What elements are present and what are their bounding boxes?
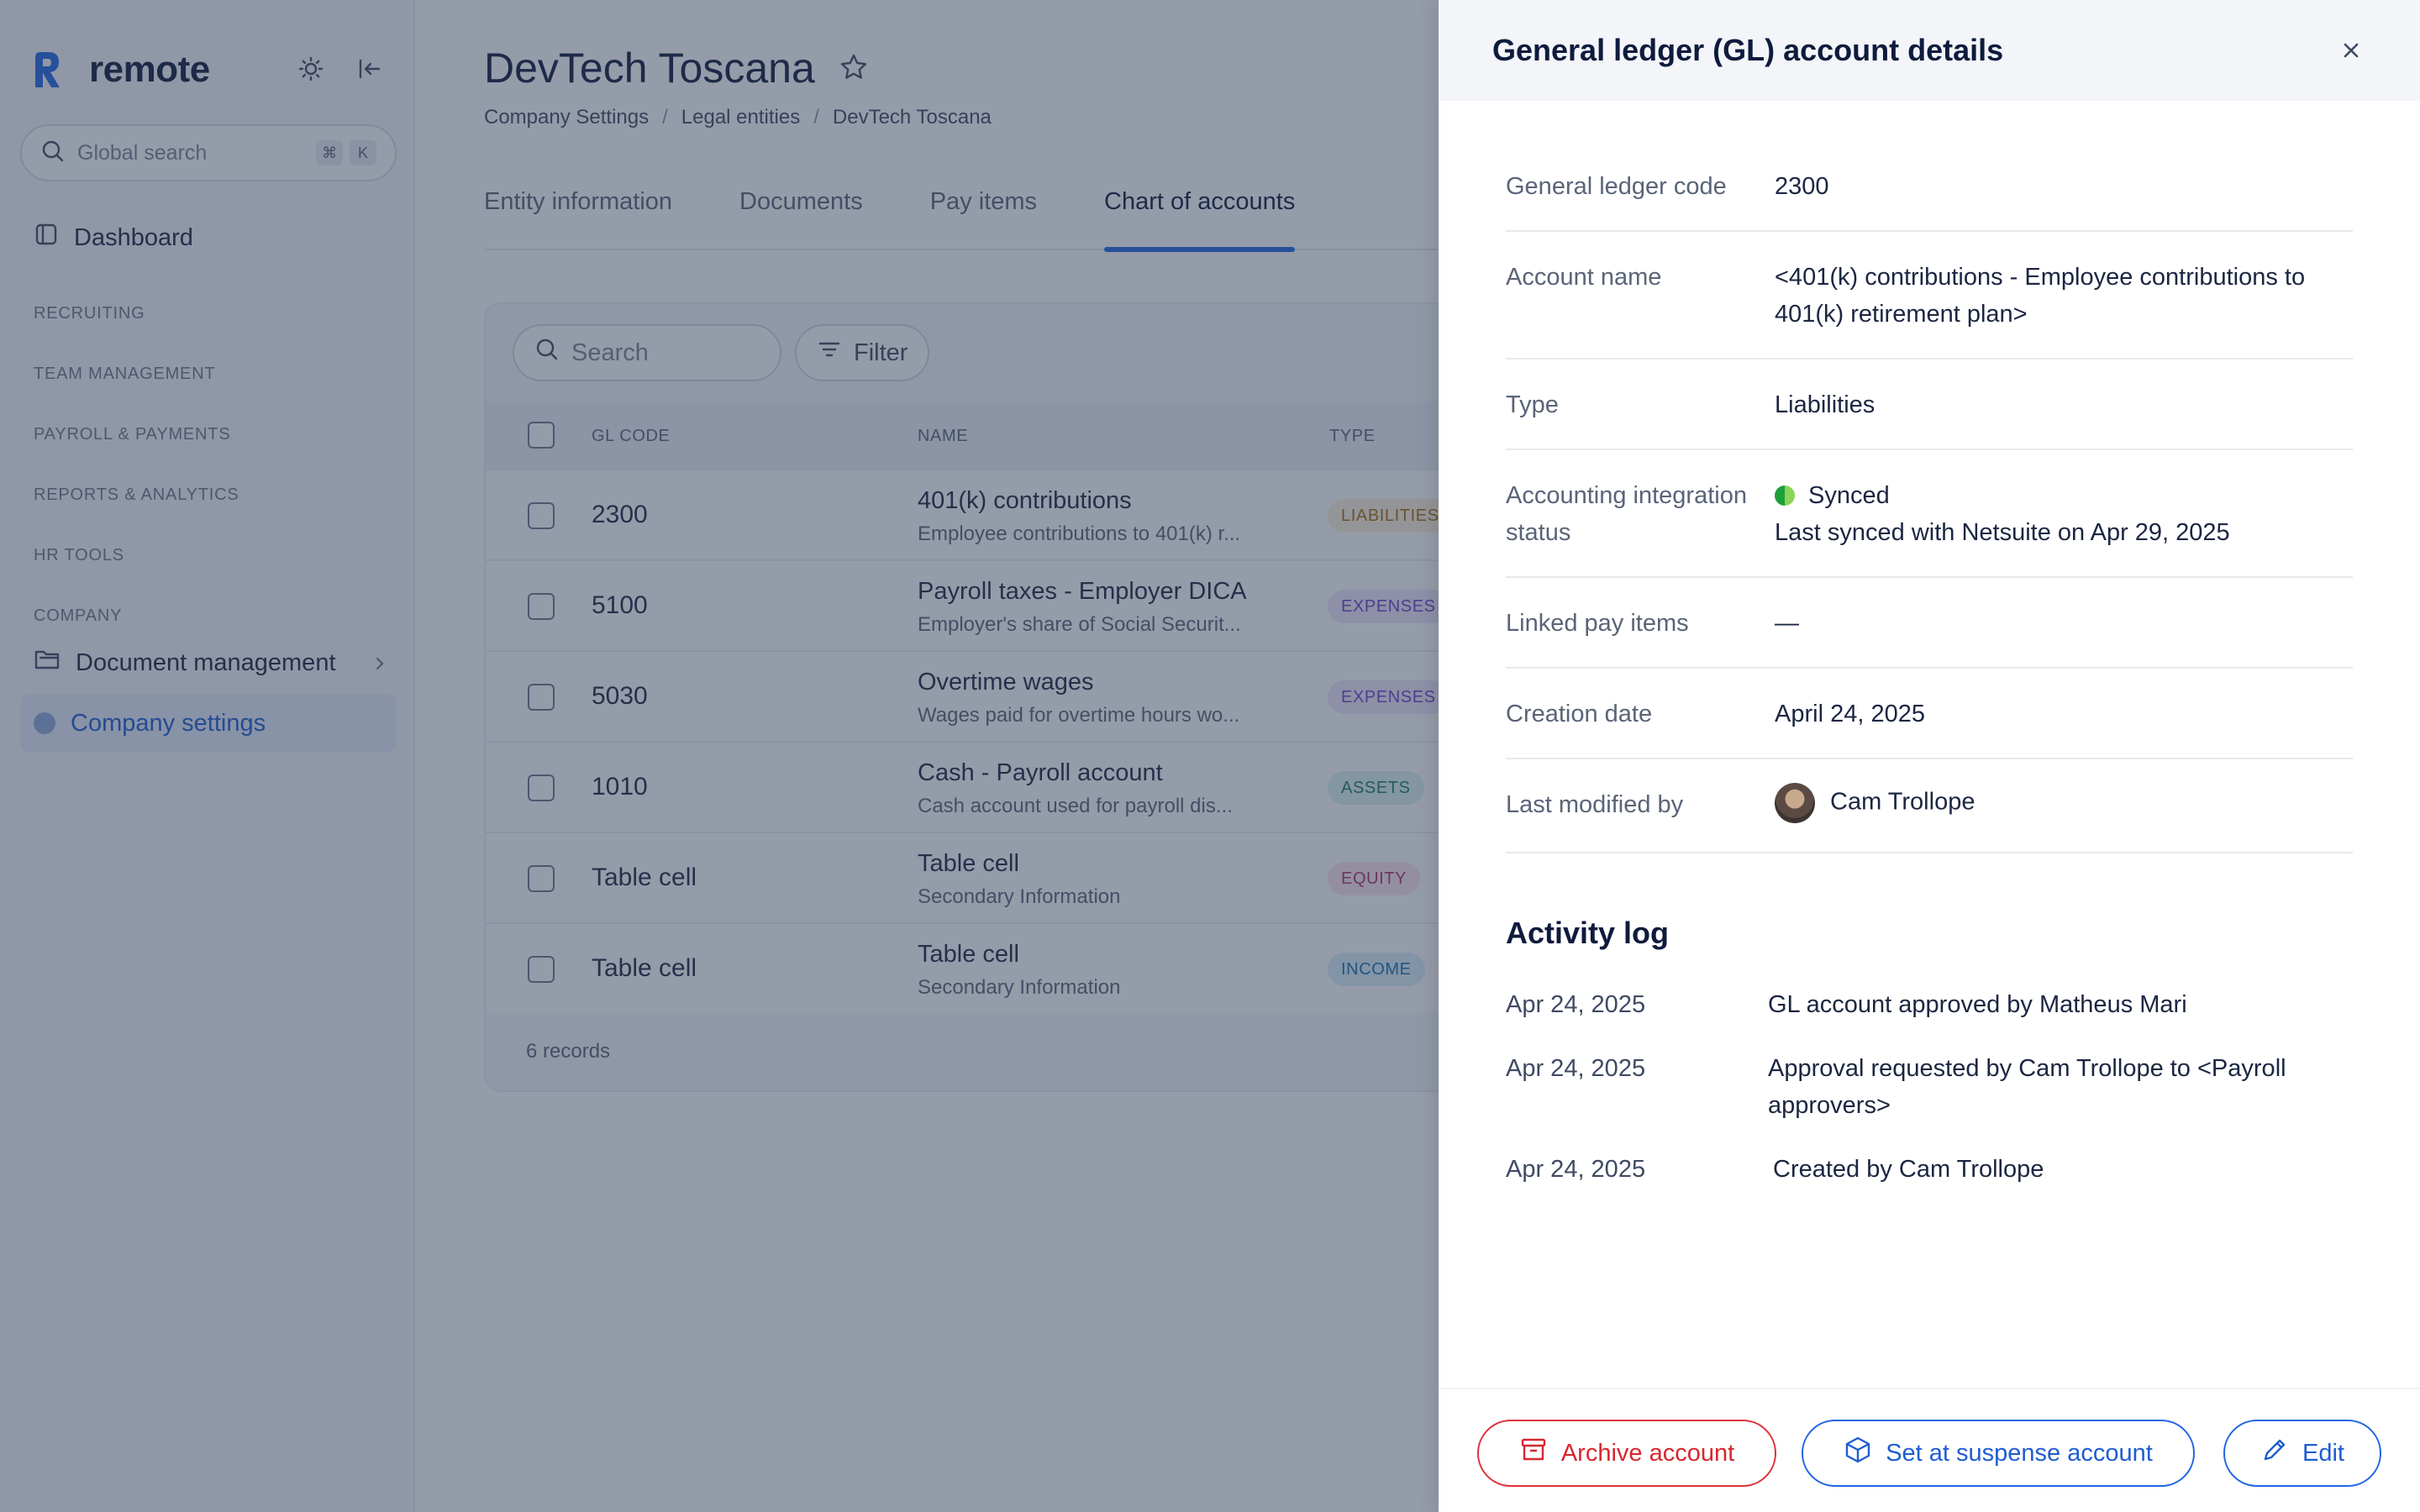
avatar (1775, 783, 1815, 823)
drawer-title: General ledger (GL) account details (1492, 33, 2004, 67)
detail-label: Account name (1506, 264, 1662, 291)
activity-text: Created by Cam Trollope (1773, 1156, 2044, 1183)
set-suspense-account-button[interactable]: Set at suspense account (1802, 1420, 2195, 1487)
drawer-header: General ledger (GL) account details (1439, 0, 2420, 101)
detail-label: Creation date (1506, 701, 1653, 727)
activity-log-item: Apr 24, 2025 Approval requested by Cam T… (1506, 1050, 2353, 1124)
detail-creation-date: Creation date April 24, 2025 (1506, 669, 2353, 759)
detail-value: <401(k) contributions - Employee contrib… (1775, 264, 2306, 328)
activity-date: Apr 24, 2025 (1506, 1055, 1646, 1082)
archive-account-label: Archive account (1560, 1439, 1735, 1467)
edit-button[interactable]: Edit (2223, 1420, 2381, 1487)
detail-label: Accounting integration status (1506, 482, 1747, 546)
detail-value: Liabilities (1775, 391, 1876, 418)
integration-status-text: Synced (1808, 482, 1890, 509)
detail-value: Cam Trollope (1775, 783, 2346, 823)
detail-integration-status: Accounting integration status Synced Las… (1506, 450, 2353, 578)
detail-last-modified: Last modified by Cam Trollope (1506, 759, 2353, 853)
detail-label: General ledger code (1506, 173, 1727, 200)
detail-value: Synced Last synced with Netsuite on Apr … (1775, 477, 2346, 551)
archive-account-button[interactable]: Archive account (1477, 1420, 1776, 1487)
box-icon (1844, 1436, 1872, 1471)
activity-log-item: Apr 24, 2025 Created by Cam Trollope (1506, 1151, 2353, 1188)
pencil-icon (2260, 1436, 2289, 1471)
detail-type: Type Liabilities (1506, 360, 2353, 450)
detail-gl-code: General ledger code 2300 (1506, 156, 2353, 232)
close-icon[interactable] (2334, 34, 2368, 67)
detail-linked-pay-items: Linked pay items — (1506, 578, 2353, 669)
activity-date: Apr 24, 2025 (1506, 991, 1646, 1018)
detail-account-name: Account name <401(k) contributions - Emp… (1506, 232, 2353, 360)
detail-label: Linked pay items (1506, 610, 1689, 637)
edit-label: Edit (2302, 1439, 2344, 1467)
activity-text: GL account approved by Matheus Mari (1768, 991, 2187, 1018)
detail-value: — (1775, 610, 1799, 637)
archive-icon (1519, 1436, 1548, 1471)
activity-log-title: Activity log (1506, 916, 1670, 950)
modified-by-name[interactable]: Cam Trollope (1830, 789, 1975, 816)
synced-status-icon (1775, 486, 1795, 506)
detail-label: Type (1506, 391, 1559, 418)
activity-log-item: Apr 24, 2025 GL account approved by Math… (1506, 986, 2353, 1023)
activity-text: Approval requested by Cam Trollope to <P… (1768, 1055, 2286, 1119)
activity-date: Apr 24, 2025 (1506, 1156, 1646, 1183)
detail-label: Last modified by (1506, 791, 1684, 818)
detail-value: 2300 (1775, 173, 1829, 200)
set-suspense-account-label: Set at suspense account (1886, 1439, 2153, 1467)
integration-detail-text: Last synced with Netsuite on Apr 29, 202… (1775, 519, 2230, 546)
drawer-footer: Archive account Set at suspense account … (1439, 1388, 2420, 1512)
gl-account-details-drawer: General ledger (GL) account details Gene… (1439, 0, 2420, 1512)
detail-value: April 24, 2025 (1775, 701, 1925, 727)
